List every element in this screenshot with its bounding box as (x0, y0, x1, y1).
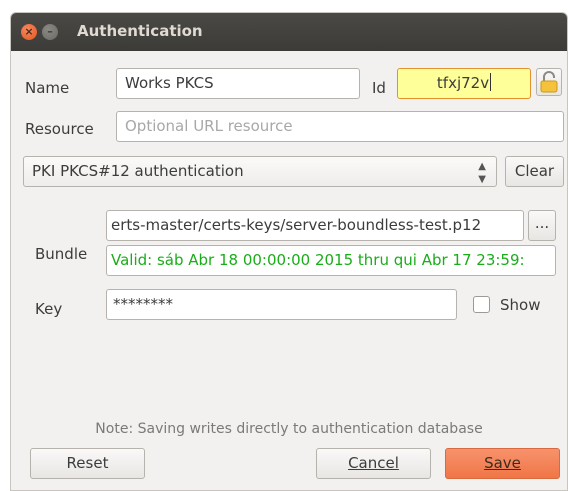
bundle-validity-status: Valid: sáb Abr 18 00:00:00 2015 thru qui… (106, 245, 556, 276)
browse-button[interactable]: ... (528, 210, 556, 241)
lock-toggle-button[interactable] (536, 68, 562, 96)
save-button[interactable]: Save (445, 448, 560, 479)
id-value: tfxj72v (436, 74, 490, 92)
resource-label: Resource (25, 120, 94, 138)
bundle-path-field[interactable]: erts-master/certs-keys/server-boundless-… (106, 210, 524, 241)
id-label: Id (372, 79, 386, 97)
show-key-checkbox[interactable] (473, 296, 490, 313)
text-caret (490, 73, 492, 91)
title-bar: × – Authentication (11, 13, 567, 51)
key-label: Key (35, 300, 63, 318)
key-password-field[interactable]: ******** (106, 289, 457, 320)
save-note: Note: Saving writes directly to authenti… (95, 421, 483, 437)
cancel-label: Cancel (348, 454, 399, 472)
name-label: Name (25, 79, 70, 97)
show-key-label: Show (500, 296, 541, 314)
id-field[interactable]: tfxj72v (397, 68, 531, 99)
reset-button[interactable]: Reset (30, 448, 145, 479)
cancel-button[interactable]: Cancel (316, 448, 431, 479)
auth-method-value: PKI PKCS#12 authentication (32, 162, 244, 180)
spinner-arrows-icon: ▲ ▼ (478, 161, 486, 185)
save-label: Save (484, 454, 521, 472)
unlocked-padlock-icon (540, 71, 558, 93)
resource-field[interactable]: Optional URL resource (116, 111, 564, 142)
close-icon[interactable]: × (21, 24, 37, 40)
name-field[interactable]: Works PKCS (116, 68, 360, 99)
authentication-dialog: × – Authentication Name Works PKCS Id tf… (10, 12, 568, 491)
auth-method-select[interactable]: PKI PKCS#12 authentication ▲ ▼ (23, 156, 497, 187)
window-title: Authentication (77, 22, 203, 40)
bundle-label: Bundle (35, 245, 88, 263)
clear-button[interactable]: Clear (505, 156, 564, 187)
minimize-icon[interactable]: – (42, 24, 58, 40)
